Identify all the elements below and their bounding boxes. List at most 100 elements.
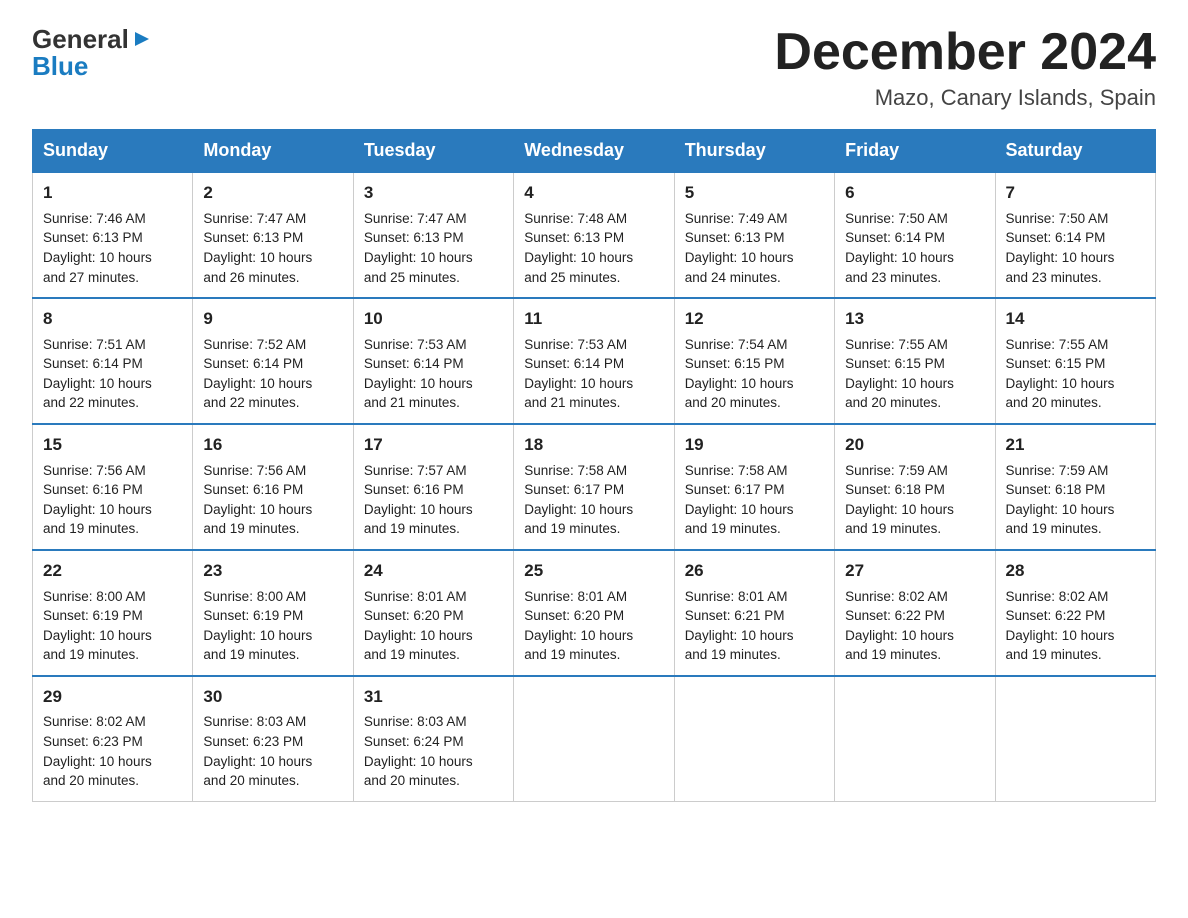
day-info-line: Sunset: 6:14 PM bbox=[364, 354, 503, 374]
day-info-line: and 19 minutes. bbox=[364, 645, 503, 665]
day-info-line: and 23 minutes. bbox=[845, 268, 984, 288]
calendar-day-8: 8Sunrise: 7:51 AMSunset: 6:14 PMDaylight… bbox=[33, 298, 193, 424]
calendar-day-6: 6Sunrise: 7:50 AMSunset: 6:14 PMDaylight… bbox=[835, 172, 995, 298]
day-info-line: Sunrise: 8:02 AM bbox=[43, 712, 182, 732]
calendar-day-22: 22Sunrise: 8:00 AMSunset: 6:19 PMDayligh… bbox=[33, 550, 193, 676]
logo-blue: Blue bbox=[32, 51, 88, 82]
day-info-line: Sunset: 6:23 PM bbox=[43, 732, 182, 752]
day-info-line: and 26 minutes. bbox=[203, 268, 342, 288]
day-info-line: Sunset: 6:16 PM bbox=[203, 480, 342, 500]
calendar-day-25: 25Sunrise: 8:01 AMSunset: 6:20 PMDayligh… bbox=[514, 550, 674, 676]
day-info-line: Sunset: 6:13 PM bbox=[364, 228, 503, 248]
calendar-day-empty bbox=[514, 676, 674, 801]
day-info-line: Daylight: 10 hours bbox=[685, 248, 824, 268]
day-info-line: Sunset: 6:14 PM bbox=[845, 228, 984, 248]
day-info-line: Daylight: 10 hours bbox=[43, 500, 182, 520]
day-info-line: and 20 minutes. bbox=[1006, 393, 1145, 413]
day-info-line: and 23 minutes. bbox=[1006, 268, 1145, 288]
day-info-line: Daylight: 10 hours bbox=[43, 248, 182, 268]
logo-arrow-icon bbox=[131, 28, 153, 50]
day-info-line: Sunrise: 7:55 AM bbox=[845, 335, 984, 355]
day-info-line: and 19 minutes. bbox=[685, 519, 824, 539]
day-number: 9 bbox=[203, 307, 342, 332]
day-info-line: Daylight: 10 hours bbox=[43, 752, 182, 772]
day-number: 24 bbox=[364, 559, 503, 584]
calendar-week-row-1: 1Sunrise: 7:46 AMSunset: 6:13 PMDaylight… bbox=[33, 172, 1156, 298]
calendar-week-row-4: 22Sunrise: 8:00 AMSunset: 6:19 PMDayligh… bbox=[33, 550, 1156, 676]
day-info-line: Daylight: 10 hours bbox=[1006, 248, 1145, 268]
day-number: 13 bbox=[845, 307, 984, 332]
day-info-line: and 21 minutes. bbox=[524, 393, 663, 413]
day-info-line: Daylight: 10 hours bbox=[43, 374, 182, 394]
day-info-line: and 19 minutes. bbox=[845, 519, 984, 539]
day-info-line: Sunset: 6:18 PM bbox=[845, 480, 984, 500]
day-info-line: Sunset: 6:14 PM bbox=[203, 354, 342, 374]
day-info-line: Daylight: 10 hours bbox=[203, 500, 342, 520]
day-info-line: Sunset: 6:22 PM bbox=[845, 606, 984, 626]
day-info-line: Sunrise: 7:56 AM bbox=[203, 461, 342, 481]
day-info-line: Daylight: 10 hours bbox=[845, 248, 984, 268]
day-number: 22 bbox=[43, 559, 182, 584]
day-number: 11 bbox=[524, 307, 663, 332]
day-info-line: and 19 minutes. bbox=[203, 519, 342, 539]
day-info-line: and 24 minutes. bbox=[685, 268, 824, 288]
calendar-header-sunday: Sunday bbox=[33, 130, 193, 173]
day-info-line: Sunrise: 7:52 AM bbox=[203, 335, 342, 355]
day-number: 4 bbox=[524, 181, 663, 206]
day-info-line: Daylight: 10 hours bbox=[364, 500, 503, 520]
day-info-line: Sunrise: 7:53 AM bbox=[524, 335, 663, 355]
day-info-line: and 20 minutes. bbox=[845, 393, 984, 413]
day-info-line: Sunrise: 7:57 AM bbox=[364, 461, 503, 481]
day-info-line: Daylight: 10 hours bbox=[364, 752, 503, 772]
day-number: 28 bbox=[1006, 559, 1145, 584]
calendar-day-9: 9Sunrise: 7:52 AMSunset: 6:14 PMDaylight… bbox=[193, 298, 353, 424]
calendar-day-7: 7Sunrise: 7:50 AMSunset: 6:14 PMDaylight… bbox=[995, 172, 1155, 298]
day-info-line: Sunset: 6:20 PM bbox=[364, 606, 503, 626]
day-info-line: and 21 minutes. bbox=[364, 393, 503, 413]
day-number: 31 bbox=[364, 685, 503, 710]
day-info-line: Daylight: 10 hours bbox=[685, 626, 824, 646]
calendar-day-26: 26Sunrise: 8:01 AMSunset: 6:21 PMDayligh… bbox=[674, 550, 834, 676]
day-info-line: and 27 minutes. bbox=[43, 268, 182, 288]
day-info-line: Sunset: 6:16 PM bbox=[43, 480, 182, 500]
day-info-line: Sunrise: 8:00 AM bbox=[203, 587, 342, 607]
day-info-line: Sunset: 6:13 PM bbox=[203, 228, 342, 248]
day-number: 2 bbox=[203, 181, 342, 206]
day-info-line: Sunset: 6:22 PM bbox=[1006, 606, 1145, 626]
day-info-line: Sunrise: 7:53 AM bbox=[364, 335, 503, 355]
calendar-day-2: 2Sunrise: 7:47 AMSunset: 6:13 PMDaylight… bbox=[193, 172, 353, 298]
day-info-line: Sunset: 6:14 PM bbox=[43, 354, 182, 374]
day-info-line: Sunset: 6:13 PM bbox=[43, 228, 182, 248]
day-info-line: and 19 minutes. bbox=[1006, 645, 1145, 665]
day-info-line: Sunset: 6:17 PM bbox=[685, 480, 824, 500]
calendar-day-4: 4Sunrise: 7:48 AMSunset: 6:13 PMDaylight… bbox=[514, 172, 674, 298]
day-info-line: Sunset: 6:23 PM bbox=[203, 732, 342, 752]
day-number: 30 bbox=[203, 685, 342, 710]
day-info-line: Sunset: 6:14 PM bbox=[1006, 228, 1145, 248]
location: Mazo, Canary Islands, Spain bbox=[774, 85, 1156, 111]
day-info-line: Sunrise: 7:56 AM bbox=[43, 461, 182, 481]
day-info-line: Sunset: 6:24 PM bbox=[364, 732, 503, 752]
calendar-day-24: 24Sunrise: 8:01 AMSunset: 6:20 PMDayligh… bbox=[353, 550, 513, 676]
day-info-line: Sunrise: 8:01 AM bbox=[685, 587, 824, 607]
day-info-line: Daylight: 10 hours bbox=[203, 626, 342, 646]
calendar-header-saturday: Saturday bbox=[995, 130, 1155, 173]
calendar-day-19: 19Sunrise: 7:58 AMSunset: 6:17 PMDayligh… bbox=[674, 424, 834, 550]
calendar-day-17: 17Sunrise: 7:57 AMSunset: 6:16 PMDayligh… bbox=[353, 424, 513, 550]
calendar-day-16: 16Sunrise: 7:56 AMSunset: 6:16 PMDayligh… bbox=[193, 424, 353, 550]
calendar-header-monday: Monday bbox=[193, 130, 353, 173]
day-number: 29 bbox=[43, 685, 182, 710]
day-number: 23 bbox=[203, 559, 342, 584]
calendar-day-14: 14Sunrise: 7:55 AMSunset: 6:15 PMDayligh… bbox=[995, 298, 1155, 424]
calendar-day-21: 21Sunrise: 7:59 AMSunset: 6:18 PMDayligh… bbox=[995, 424, 1155, 550]
day-number: 6 bbox=[845, 181, 984, 206]
day-number: 20 bbox=[845, 433, 984, 458]
day-info-line: Sunrise: 7:55 AM bbox=[1006, 335, 1145, 355]
day-info-line: and 19 minutes. bbox=[685, 645, 824, 665]
day-info-line: Daylight: 10 hours bbox=[524, 248, 663, 268]
day-number: 14 bbox=[1006, 307, 1145, 332]
calendar-day-empty bbox=[995, 676, 1155, 801]
page-header: General Blue December 2024 Mazo, Canary … bbox=[32, 24, 1156, 111]
day-info-line: Sunrise: 7:58 AM bbox=[685, 461, 824, 481]
day-info-line: and 19 minutes. bbox=[203, 645, 342, 665]
